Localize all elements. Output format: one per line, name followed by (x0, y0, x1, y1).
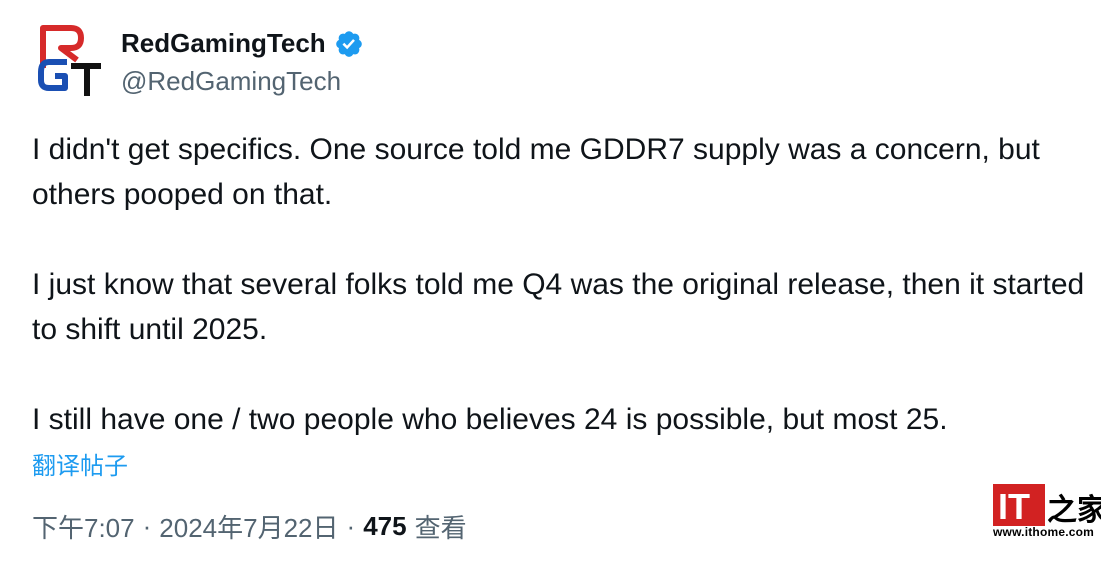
author-name-row: RedGamingTech (121, 28, 364, 59)
author-handle[interactable]: @RedGamingTech (121, 66, 341, 97)
avatar[interactable] (37, 22, 105, 98)
tweet-text: I didn't get specifics. One source told … (32, 127, 1092, 442)
svg-text:IT: IT (998, 486, 1030, 527)
views-count: 475 (363, 511, 407, 541)
meta-separator: · (142, 511, 152, 541)
tweet-time[interactable]: 下午7:07 (32, 508, 135, 545)
tweet-paragraph: I didn't get specifics. One source told … (32, 133, 1040, 211)
tweet-date[interactable]: 2024年7月22日 (159, 508, 338, 545)
verified-badge-icon (335, 30, 362, 57)
views-label: 查看 (414, 513, 467, 543)
translate-post-link[interactable]: 翻译帖子 (32, 446, 128, 481)
meta-separator: · (346, 511, 356, 541)
tweet-card: RedGamingTech @RedGamingTech I didn't ge… (0, 0, 1117, 562)
tweet-paragraph: I still have one / two people who believ… (32, 403, 948, 436)
tweet-paragraph: I just know that several folks told me Q… (32, 268, 1085, 346)
tweet-meta: 下午7:07 · 2024年7月22日 · 475 查看 (32, 508, 467, 545)
svg-text:之家: 之家 (1047, 493, 1101, 528)
watermark-url: www.ithome.com (993, 525, 1095, 539)
author-display-name[interactable]: RedGamingTech (121, 28, 326, 59)
